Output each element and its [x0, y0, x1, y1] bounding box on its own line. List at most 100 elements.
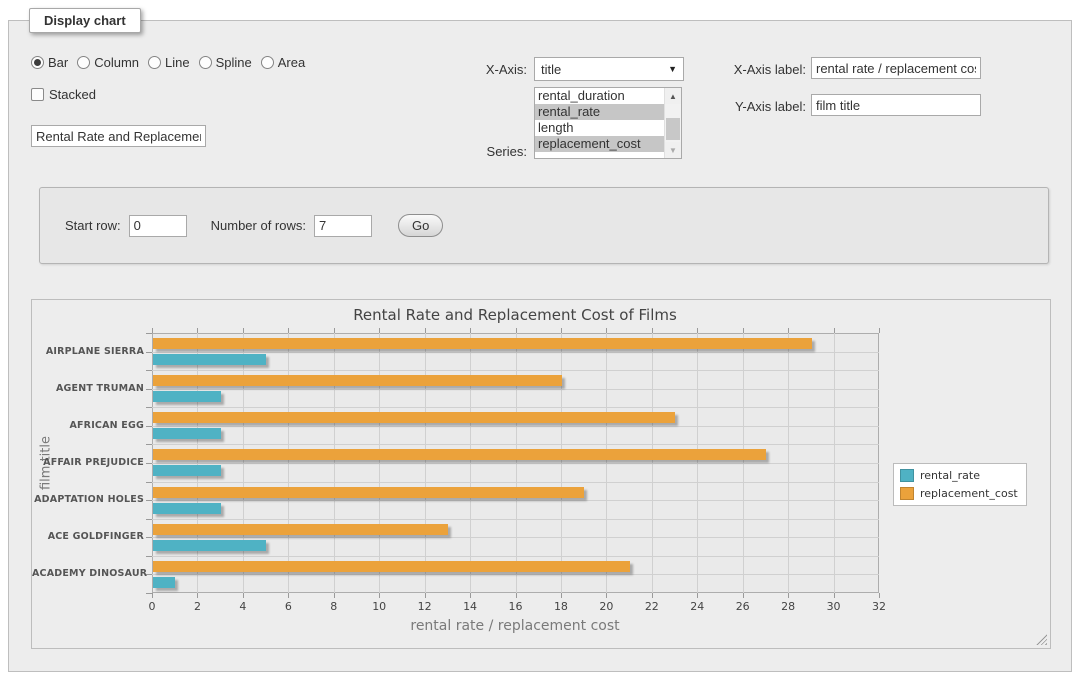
y-axis-label-input[interactable] — [811, 94, 981, 116]
num-rows-label: Number of rows: — [211, 218, 306, 233]
bar-replacement_cost — [153, 561, 630, 572]
x-tick-label: 22 — [637, 600, 667, 613]
radio-icon[interactable] — [261, 56, 274, 69]
start-row-input[interactable] — [129, 215, 187, 237]
go-button[interactable]: Go — [398, 214, 443, 237]
series-option-length[interactable]: length — [535, 120, 664, 136]
scrollbar-thumb[interactable] — [666, 118, 680, 140]
x-tick-label: 4 — [228, 600, 258, 613]
radio-bar-label: Bar — [48, 55, 68, 70]
x-tick-mark — [652, 328, 653, 333]
series-option-rental-rate[interactable]: rental_rate — [535, 104, 664, 120]
x-tick-mark — [334, 328, 335, 333]
x-tick-mark — [516, 328, 517, 333]
y-tick-mark — [146, 370, 152, 371]
radio-column-label: Column — [94, 55, 139, 70]
y-tick-mark — [146, 519, 152, 520]
series-list-label: Series: — [427, 144, 527, 159]
bar-rental_rate — [153, 577, 175, 588]
radio-spline-label: Spline — [216, 55, 252, 70]
x-tick-label: 10 — [364, 600, 394, 613]
series-listbox[interactable]: rental_duration rental_rate length repla… — [534, 87, 682, 159]
x-tick-label: 30 — [819, 600, 849, 613]
x-tick-mark — [697, 593, 698, 598]
x-tick-mark — [288, 593, 289, 598]
chart-title-input[interactable] — [31, 125, 206, 147]
x-tick-mark — [334, 593, 335, 598]
x-tick-mark — [743, 328, 744, 333]
y-tick-mark — [146, 556, 152, 557]
bar-rental_rate — [153, 465, 221, 476]
x-tick-mark — [288, 328, 289, 333]
x-tick-mark — [152, 593, 153, 598]
y-gridline — [152, 407, 879, 408]
x-tick-mark — [425, 328, 426, 333]
x-tick-label: 6 — [273, 600, 303, 613]
scroll-down-icon[interactable]: ▼ — [665, 142, 681, 158]
chart-type-radiogroup: Bar Column Line Spline Area — [31, 55, 305, 70]
y-gridline — [152, 556, 879, 557]
x-tick-mark — [606, 328, 607, 333]
resize-handle-icon[interactable] — [1036, 634, 1047, 645]
legend-entry: rental_rate — [900, 469, 1018, 482]
radio-area[interactable]: Area — [261, 55, 305, 70]
radio-icon[interactable] — [148, 56, 161, 69]
y-tick-mark — [146, 482, 152, 483]
radio-line[interactable]: Line — [148, 55, 190, 70]
start-row-label: Start row: — [65, 218, 121, 233]
x-tick-mark — [516, 593, 517, 598]
y-gridline — [152, 574, 879, 575]
y-tick-mark — [146, 444, 152, 445]
radio-spline[interactable]: Spline — [199, 55, 252, 70]
radio-bar[interactable]: Bar — [31, 55, 68, 70]
category-label: ADAPTATION HOLES — [32, 494, 144, 505]
y-gridline — [152, 444, 879, 445]
category-label: AFFAIR PREJUDICE — [32, 457, 144, 468]
radio-icon[interactable] — [199, 56, 212, 69]
x-tick-label: 32 — [864, 600, 894, 613]
y-gridline — [152, 389, 879, 390]
y-tick-mark — [146, 537, 152, 538]
x-tick-mark — [879, 593, 880, 598]
legend-swatch-icon — [900, 469, 914, 482]
radio-icon[interactable] — [77, 56, 90, 69]
stacked-checkbox[interactable] — [31, 88, 44, 101]
scroll-up-icon[interactable]: ▲ — [665, 88, 681, 104]
x-axis-label-input[interactable] — [811, 57, 981, 79]
category-label: AFRICAN EGG — [32, 420, 144, 431]
x-tick-mark — [425, 593, 426, 598]
x-tick-label: 2 — [182, 600, 212, 613]
x-tick-mark — [197, 328, 198, 333]
x-tick-mark — [470, 328, 471, 333]
x-axis-title: rental rate / replacement cost — [152, 618, 878, 634]
chevron-down-icon: ▼ — [668, 64, 677, 74]
x-tick-mark — [243, 328, 244, 333]
stacked-label: Stacked — [49, 87, 96, 102]
y-tick-mark — [146, 407, 152, 408]
x-tick-mark — [606, 593, 607, 598]
series-option-replacement-cost[interactable]: replacement_cost — [535, 136, 664, 152]
x-tick-label: 24 — [682, 600, 712, 613]
bar-replacement_cost — [153, 375, 562, 386]
y-tick-mark — [146, 333, 152, 334]
x-tick-label: 20 — [591, 600, 621, 613]
x-tick-mark — [788, 328, 789, 333]
x-tick-mark — [743, 593, 744, 598]
bar-replacement_cost — [153, 338, 812, 349]
x-tick-mark — [379, 593, 380, 598]
x-axis-select[interactable]: title ▼ — [534, 57, 684, 81]
radio-selected-icon[interactable] — [31, 56, 44, 69]
x-tick-mark — [152, 328, 153, 333]
x-tick-label: 14 — [455, 600, 485, 613]
radio-column[interactable]: Column — [77, 55, 139, 70]
series-option-rental-duration[interactable]: rental_duration — [535, 88, 664, 104]
bar-replacement_cost — [153, 449, 766, 460]
bar-rental_rate — [153, 428, 221, 439]
series-scrollbar[interactable]: ▲ ▼ — [664, 88, 681, 158]
bar-replacement_cost — [153, 524, 448, 535]
bar-rental_rate — [153, 391, 221, 402]
panel-title: Display chart — [29, 8, 141, 33]
num-rows-input[interactable] — [314, 215, 372, 237]
x-tick-mark — [470, 593, 471, 598]
y-gridline — [152, 370, 879, 371]
